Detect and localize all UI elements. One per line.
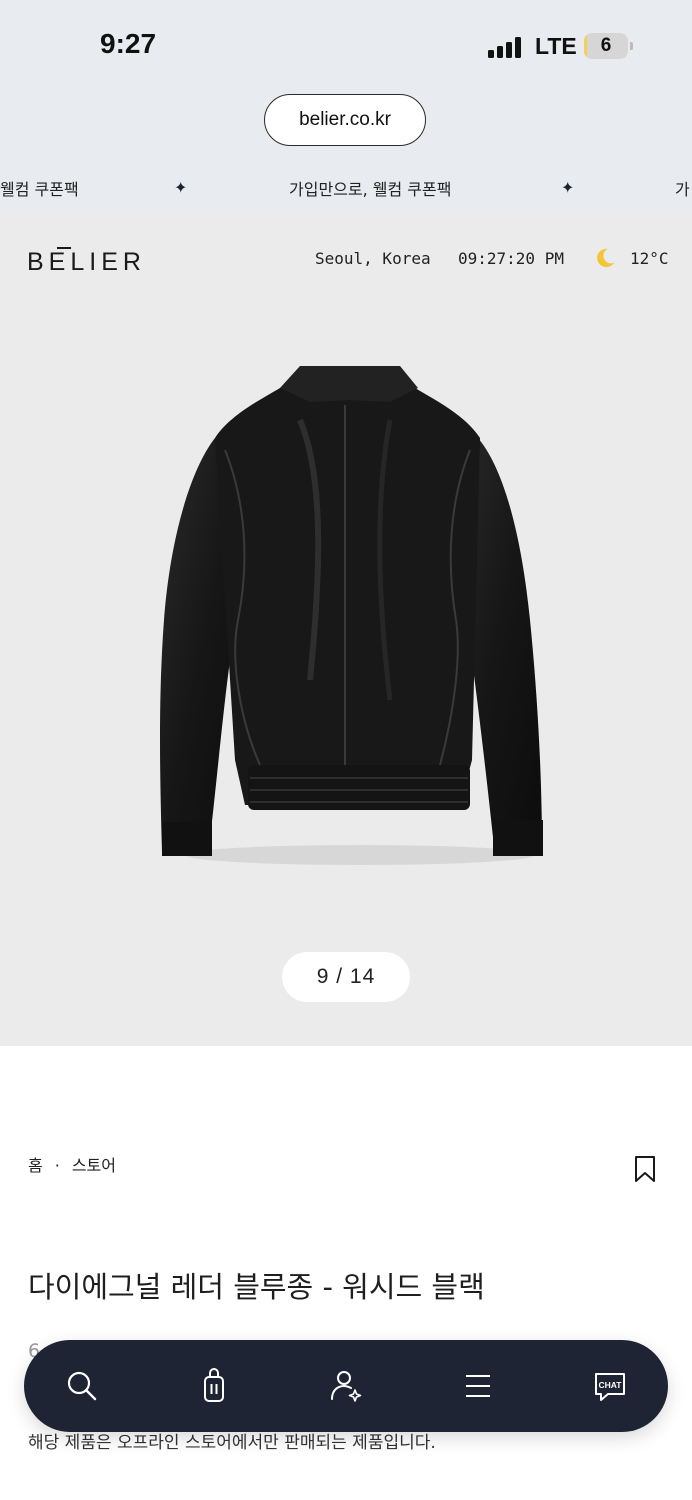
breadcrumb: 홈 · 스토어 — [28, 1152, 116, 1176]
chat-button[interactable]: CHAT — [590, 1366, 630, 1406]
menu-button[interactable] — [458, 1366, 498, 1406]
account-button[interactable] — [326, 1366, 366, 1406]
breadcrumb-home[interactable]: 홈 — [28, 1152, 43, 1176]
chat-label: CHAT — [599, 1380, 623, 1390]
local-clock: 09:27:20 PM — [458, 249, 564, 268]
announcement-text[interactable]: 가입만으로, 웰컴 쿠폰팩 — [289, 176, 451, 200]
shopping-bag-icon — [204, 1368, 224, 1402]
search-button[interactable] — [62, 1366, 102, 1406]
temperature: 12°C — [630, 249, 669, 268]
status-time: 9:27 — [100, 28, 157, 59]
moon-icon — [597, 248, 615, 268]
search-icon — [67, 1371, 97, 1401]
battery-level: 6 — [600, 35, 612, 56]
chat-icon: CHAT — [595, 1373, 625, 1401]
network-type: LTE — [535, 33, 577, 59]
sparkle-star-icon: ✦ — [174, 178, 188, 197]
status-and-url-area: 9:27 LTE 6 belier.co.kr 웰컴 쿠폰팩 ✦ 가입만으로, … — [0, 0, 692, 212]
url-bar[interactable]: belier.co.kr — [264, 94, 426, 146]
battery-icon: 6 — [584, 33, 633, 59]
bookmark-icon[interactable] — [634, 1155, 656, 1183]
logo-accent-mark — [57, 247, 71, 249]
location-text: Seoul, Korea — [315, 249, 431, 268]
product-gallery[interactable]: BELIER Seoul, Korea 09:27:20 PM 12°C 9 /… — [0, 212, 692, 1046]
announcement-text[interactable]: 웰컴 쿠폰팩 — [0, 176, 79, 200]
announcement-text[interactable]: 가 — [675, 176, 690, 200]
shopping-bag-button[interactable] — [194, 1366, 234, 1406]
site-logo[interactable]: BELIER — [27, 248, 146, 277]
breadcrumb-separator: · — [54, 1156, 60, 1175]
menu-icon — [466, 1375, 490, 1397]
cellular-signal-icon — [488, 36, 524, 58]
bottom-navigation: CHAT — [24, 1340, 668, 1432]
breadcrumb-store[interactable]: 스토어 — [72, 1152, 116, 1176]
user-account-icon — [331, 1371, 362, 1402]
leather-jacket-back-image[interactable] — [150, 360, 550, 870]
sparkle-star-icon: ✦ — [561, 178, 575, 197]
image-counter: 9 / 14 — [282, 952, 410, 1002]
product-title: 다이에그널 레더 블루종 - 워시드 블랙 — [28, 1270, 485, 1304]
announcement-marquee[interactable]: 웰컴 쿠폰팩 ✦ 가입만으로, 웰컴 쿠폰팩 ✦ 가 — [0, 176, 692, 204]
